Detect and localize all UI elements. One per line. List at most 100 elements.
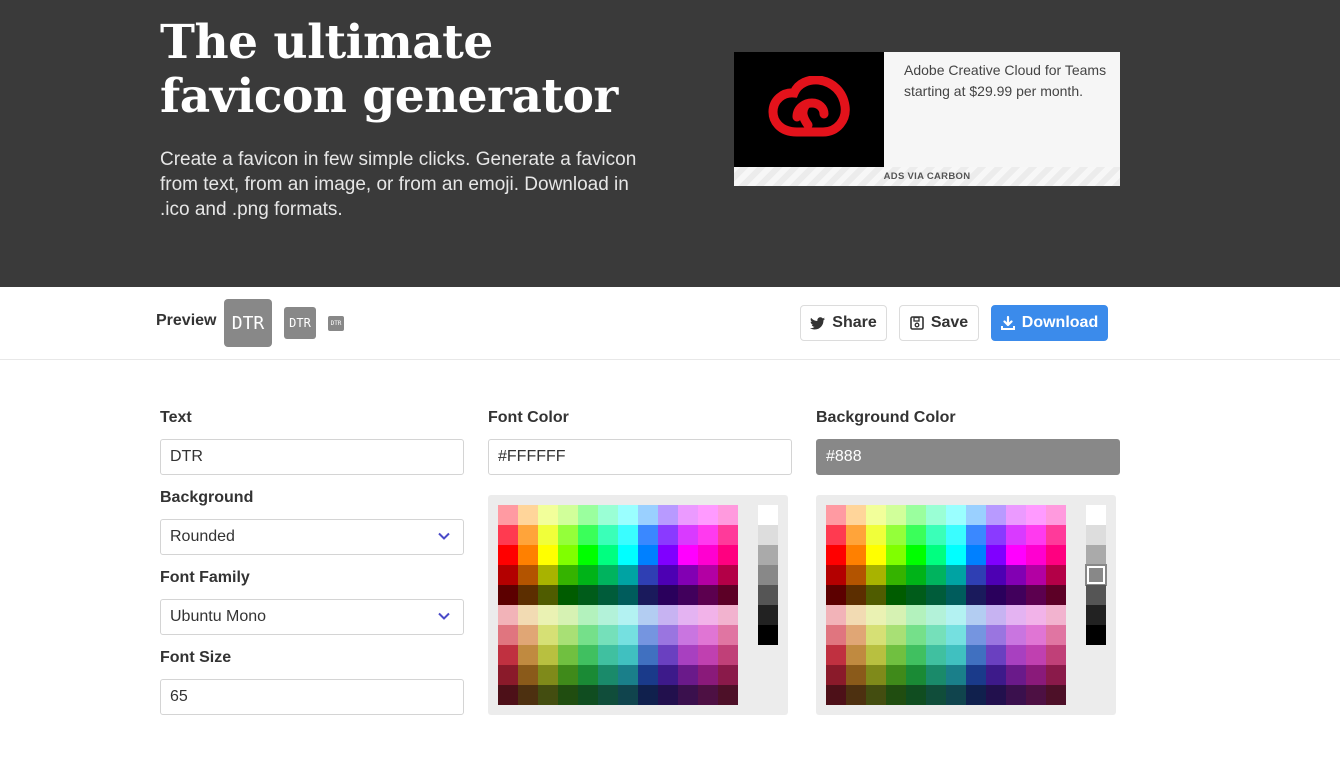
- color-swatch[interactable]: [618, 625, 638, 645]
- color-swatch[interactable]: [558, 565, 578, 585]
- color-swatch[interactable]: [966, 665, 986, 685]
- color-swatch[interactable]: [966, 545, 986, 565]
- color-swatch[interactable]: [986, 645, 1006, 665]
- color-swatch[interactable]: [498, 565, 518, 585]
- color-swatch[interactable]: [518, 685, 538, 705]
- color-swatch[interactable]: [826, 605, 846, 625]
- color-swatch[interactable]: [718, 625, 738, 645]
- color-swatch[interactable]: [618, 525, 638, 545]
- color-swatch[interactable]: [1026, 605, 1046, 625]
- gray-swatch[interactable]: [1086, 625, 1106, 645]
- color-swatch[interactable]: [986, 505, 1006, 525]
- color-swatch[interactable]: [498, 685, 518, 705]
- color-swatch[interactable]: [698, 605, 718, 625]
- color-swatch[interactable]: [946, 565, 966, 585]
- color-swatch[interactable]: [518, 605, 538, 625]
- gray-swatch[interactable]: [1086, 585, 1106, 605]
- color-swatch[interactable]: [926, 665, 946, 685]
- color-swatch[interactable]: [826, 505, 846, 525]
- color-swatch[interactable]: [578, 585, 598, 605]
- color-swatch[interactable]: [718, 565, 738, 585]
- color-swatch[interactable]: [926, 685, 946, 705]
- color-swatch[interactable]: [966, 585, 986, 605]
- color-swatch[interactable]: [638, 665, 658, 685]
- color-swatch[interactable]: [658, 545, 678, 565]
- color-swatch[interactable]: [578, 625, 598, 645]
- color-swatch[interactable]: [1046, 565, 1066, 585]
- color-swatch[interactable]: [846, 625, 866, 645]
- color-swatch[interactable]: [718, 665, 738, 685]
- color-swatch[interactable]: [966, 565, 986, 585]
- color-swatch[interactable]: [578, 665, 598, 685]
- color-swatch[interactable]: [498, 625, 518, 645]
- background-select[interactable]: Rounded: [160, 519, 464, 555]
- color-swatch[interactable]: [886, 585, 906, 605]
- color-swatch[interactable]: [1046, 645, 1066, 665]
- color-swatch[interactable]: [558, 585, 578, 605]
- color-swatch[interactable]: [1046, 585, 1066, 605]
- color-swatch[interactable]: [678, 545, 698, 565]
- color-swatch[interactable]: [658, 505, 678, 525]
- color-swatch[interactable]: [498, 585, 518, 605]
- color-swatch[interactable]: [678, 605, 698, 625]
- color-swatch[interactable]: [538, 545, 558, 565]
- color-swatch[interactable]: [658, 625, 678, 645]
- color-swatch[interactable]: [866, 545, 886, 565]
- color-swatch[interactable]: [1026, 645, 1046, 665]
- color-swatch[interactable]: [558, 625, 578, 645]
- color-swatch[interactable]: [538, 605, 558, 625]
- color-swatch[interactable]: [946, 685, 966, 705]
- color-swatch[interactable]: [698, 645, 718, 665]
- color-swatch[interactable]: [518, 625, 538, 645]
- color-swatch[interactable]: [906, 685, 926, 705]
- color-swatch[interactable]: [538, 585, 558, 605]
- color-swatch[interactable]: [1026, 625, 1046, 645]
- color-swatch[interactable]: [846, 505, 866, 525]
- color-swatch[interactable]: [926, 545, 946, 565]
- color-swatch[interactable]: [658, 665, 678, 685]
- ad-footer[interactable]: ADS VIA CARBON: [734, 167, 1120, 186]
- color-swatch[interactable]: [906, 585, 926, 605]
- color-swatch[interactable]: [946, 625, 966, 645]
- color-swatch[interactable]: [966, 525, 986, 545]
- color-swatch[interactable]: [558, 685, 578, 705]
- color-swatch[interactable]: [718, 605, 738, 625]
- color-swatch[interactable]: [678, 505, 698, 525]
- color-swatch[interactable]: [618, 685, 638, 705]
- ad-image[interactable]: [734, 52, 884, 167]
- color-swatch[interactable]: [578, 545, 598, 565]
- color-swatch[interactable]: [986, 545, 1006, 565]
- color-swatch[interactable]: [598, 605, 618, 625]
- color-swatch[interactable]: [846, 645, 866, 665]
- color-swatch[interactable]: [518, 665, 538, 685]
- color-swatch[interactable]: [638, 685, 658, 705]
- color-swatch[interactable]: [518, 645, 538, 665]
- color-swatch[interactable]: [886, 545, 906, 565]
- color-swatch[interactable]: [598, 625, 618, 645]
- color-swatch[interactable]: [986, 685, 1006, 705]
- color-swatch[interactable]: [1046, 685, 1066, 705]
- color-swatch[interactable]: [658, 525, 678, 545]
- gray-swatch[interactable]: [758, 625, 778, 645]
- color-swatch[interactable]: [1026, 565, 1046, 585]
- color-swatch[interactable]: [718, 645, 738, 665]
- color-swatch[interactable]: [926, 565, 946, 585]
- gray-swatch[interactable]: [1086, 545, 1106, 565]
- gray-swatch[interactable]: [1086, 505, 1106, 525]
- color-swatch[interactable]: [678, 665, 698, 685]
- color-swatch[interactable]: [906, 625, 926, 645]
- color-swatch[interactable]: [866, 505, 886, 525]
- color-swatch[interactable]: [638, 545, 658, 565]
- color-swatch[interactable]: [578, 605, 598, 625]
- color-swatch[interactable]: [966, 505, 986, 525]
- color-swatch[interactable]: [966, 645, 986, 665]
- color-swatch[interactable]: [558, 545, 578, 565]
- color-swatch[interactable]: [638, 645, 658, 665]
- color-swatch[interactable]: [1026, 585, 1046, 605]
- color-swatch[interactable]: [678, 645, 698, 665]
- color-swatch[interactable]: [518, 505, 538, 525]
- color-swatch[interactable]: [946, 605, 966, 625]
- color-swatch[interactable]: [846, 605, 866, 625]
- color-swatch[interactable]: [538, 565, 558, 585]
- color-swatch[interactable]: [678, 565, 698, 585]
